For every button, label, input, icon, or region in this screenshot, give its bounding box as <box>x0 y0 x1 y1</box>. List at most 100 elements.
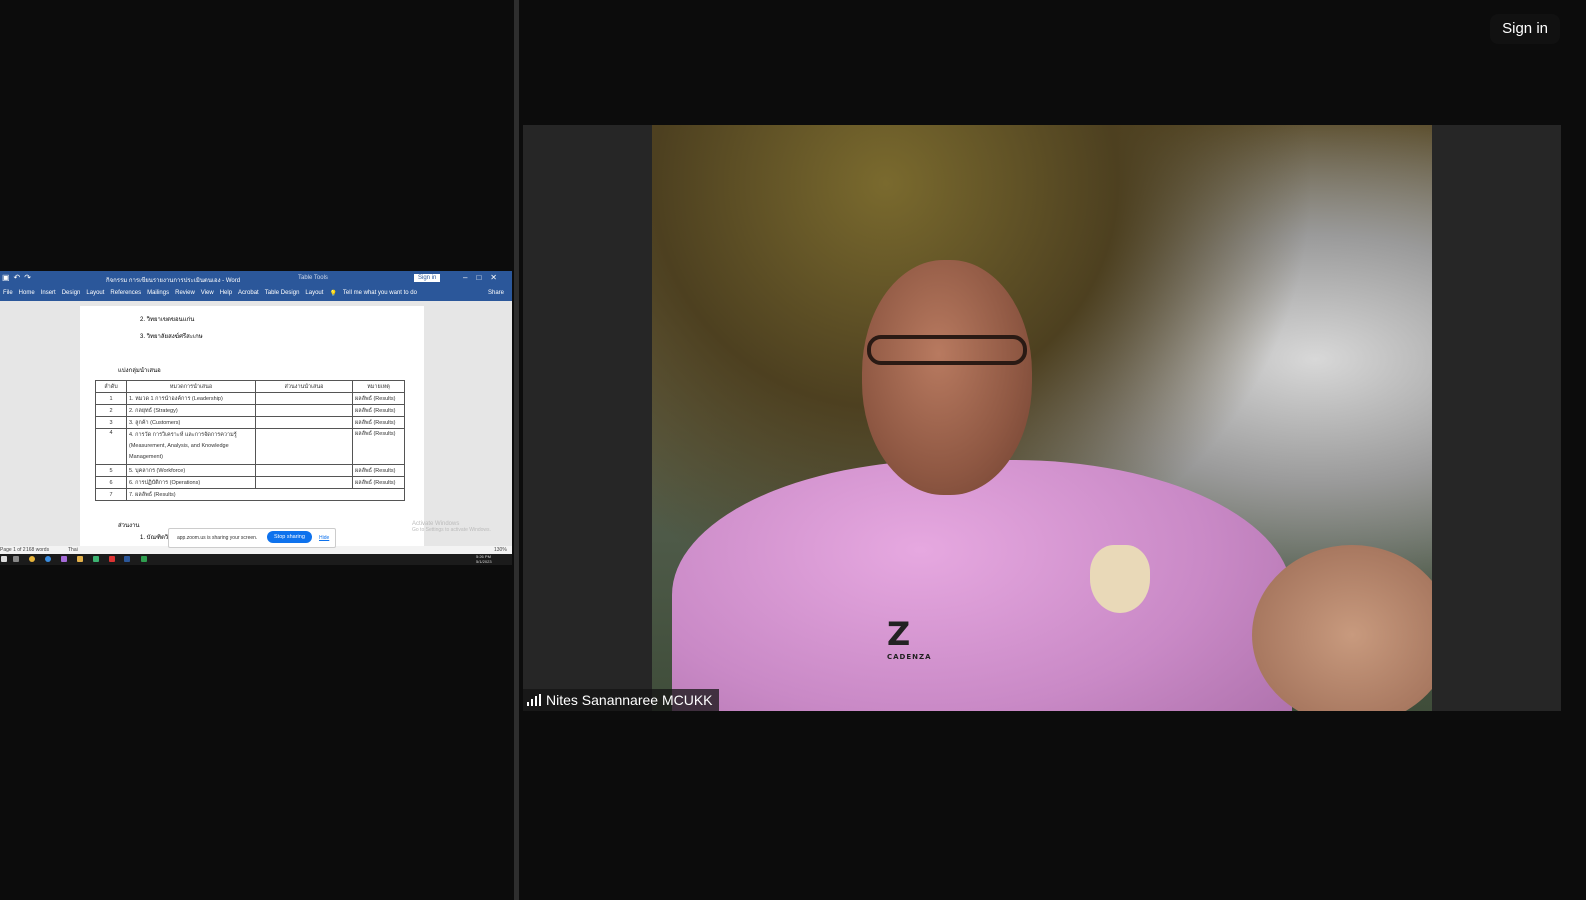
edge-icon[interactable] <box>45 556 51 562</box>
lightbulb-icon: 💡 <box>329 290 337 297</box>
ribbon-tab[interactable]: Acrobat <box>238 290 259 296</box>
table-cell <box>255 404 353 417</box>
table-cell: 4 <box>95 428 127 465</box>
shirt-logo: Z CADENZA <box>887 615 932 661</box>
window-controls[interactable]: –□✕ <box>463 273 506 282</box>
taskbar-date: 5/1/2023 <box>476 559 492 564</box>
word-count[interactable]: 168 words <box>26 547 49 553</box>
acrobat-icon[interactable] <box>109 556 115 562</box>
table-cell <box>255 476 353 489</box>
table-header: ลำดับ <box>95 380 127 393</box>
windows-taskbar: 5:26 PM 5/1/2023 <box>0 554 512 565</box>
participant-glasses <box>867 335 1027 365</box>
table-cell <box>255 464 353 477</box>
document-page[interactable]: 2. วิทยาเขตขอนแก่น 3. วิทยาลัยสงฆ์ศรีสะเ… <box>80 306 424 546</box>
page-count[interactable]: Page 1 of 2 <box>0 547 26 553</box>
ribbon-tab[interactable]: Help <box>220 290 232 296</box>
table-row: 2 2. กลยุทธ์ (Strategy) ผลลัพธ์ (Results… <box>95 404 405 417</box>
table-cell: ผลลัพธ์ (Results) <box>352 464 405 477</box>
app-icon[interactable] <box>61 556 67 562</box>
table-row: 3 3. ลูกค้า (Customers) ผลลัพธ์ (Results… <box>95 416 405 429</box>
table-cell: 2. กลยุทธ์ (Strategy) <box>126 404 256 417</box>
table-cell: ผลลัพธ์ (Results) <box>352 392 405 405</box>
table-header: หมายเหตุ <box>352 380 405 393</box>
ribbon-tab[interactable]: File <box>3 290 13 296</box>
doc-line: 3. วิทยาลัยสงฆ์ศรีสะเกษ <box>140 334 203 340</box>
doc-heading: ส่วนงาน <box>118 523 140 529</box>
hide-link[interactable]: Hide <box>319 535 329 541</box>
table-cell: 6 <box>95 476 127 489</box>
table-cell <box>255 392 353 405</box>
table-cell: ผลลัพธ์ (Results) <box>352 416 405 429</box>
participant-shirt <box>672 460 1292 711</box>
ribbon-tab[interactable]: Layout <box>86 290 104 296</box>
table-cell: ผลลัพธ์ (Results) <box>352 428 405 465</box>
participant-video-tile[interactable]: Z CADENZA Nites Sanannaree MCUKK <box>523 125 1561 711</box>
activate-subtitle: Go to Settings to activate Windows. <box>412 527 491 533</box>
activate-windows-watermark: Activate Windows Go to Settings to activ… <box>412 521 491 533</box>
gallery-divider[interactable] <box>514 0 519 900</box>
word-share-button[interactable]: Share <box>488 290 504 296</box>
shirt-logo-text: CADENZA <box>887 653 932 661</box>
table-cell: ผลลัพธ์ (Results) <box>352 476 405 489</box>
ribbon-tab[interactable]: Mailings <box>147 290 169 296</box>
chrome-icon[interactable] <box>29 556 35 562</box>
signal-strength-icon <box>527 694 541 706</box>
ribbon-tab[interactable]: Insert <box>41 290 56 296</box>
participant-video: Z CADENZA <box>652 125 1432 711</box>
ribbon-tab[interactable]: Table Design <box>265 290 300 296</box>
line-icon[interactable] <box>93 556 99 562</box>
table-cell: 6. การปฏิบัติการ (Operations) <box>126 476 256 489</box>
participant-nameplate: Nites Sanannaree MCUKK <box>523 689 719 711</box>
table-cell: 5. บุคลากร (Workforce) <box>126 464 256 477</box>
table-row: 7 7. ผลลัพธ์ (Results) <box>95 488 405 501</box>
table-cell: 2 <box>95 404 127 417</box>
zoom-sharing-bar: app.zoom.us is sharing your screen. Stop… <box>168 528 336 548</box>
shirt-emblem <box>1090 545 1150 613</box>
quick-access-icons[interactable]: ▣↶↷ <box>2 273 35 282</box>
ribbon-tab[interactable]: Design <box>62 290 81 296</box>
table-header: ส่วนงานนำเสนอ <box>255 380 353 393</box>
sharing-message: app.zoom.us is sharing your screen. <box>177 535 258 541</box>
doc-line: 2. วิทยาเขตขอนแก่น <box>140 317 195 323</box>
table-cell: 3. ลูกค้า (Customers) <box>126 416 256 429</box>
word-window-title: กิจกรรม การเขียนรายงานการประเมินตนเอง - … <box>106 278 241 284</box>
table-cell: 5 <box>95 464 127 477</box>
table-header: หมวดการนำเสนอ <box>126 380 256 393</box>
word-sign-in-button[interactable]: Sign in <box>414 274 441 282</box>
stop-sharing-button[interactable]: Stop sharing <box>267 531 312 543</box>
ribbon-tab[interactable]: Review <box>175 290 195 296</box>
table-cell: 7. ผลลัพธ์ (Results) <box>126 488 405 501</box>
language-indicator[interactable]: Thai <box>68 547 78 553</box>
word-icon[interactable] <box>124 556 130 562</box>
excel-icon[interactable] <box>141 556 147 562</box>
word-titlebar: ▣↶↷ กิจกรรม การเขียนรายงานการประเมินตนเอ… <box>0 271 512 285</box>
document-area: 2. วิทยาเขตขอนแก่น 3. วิทยาลัยสงฆ์ศรีสะเ… <box>0 306 512 546</box>
table-cell <box>255 416 353 429</box>
table-row: 4 4. การวัด การวิเคราะห์ และการจัดการควา… <box>95 428 405 465</box>
word-ribbon-tabs: File Home Insert Design Layout Reference… <box>0 285 512 301</box>
tell-me-box[interactable]: Tell me what you want to do <box>343 290 417 296</box>
ribbon-tab[interactable]: View <box>201 290 214 296</box>
table-header-row: ลำดับ หมวดการนำเสนอ ส่วนงานนำเสนอ หมายเห… <box>95 380 405 393</box>
start-icon[interactable] <box>1 556 7 562</box>
table-cell: 1 <box>95 392 127 405</box>
table-row: 5 5. บุคลากร (Workforce) ผลลัพธ์ (Result… <box>95 464 405 477</box>
ribbon-tab[interactable]: References <box>110 290 141 296</box>
table-cell: 1. หมวด 1 การนำองค์การ (Leadership) <box>126 392 256 405</box>
zoom-level[interactable]: 130% <box>494 547 507 553</box>
table-cell: ผลลัพธ์ (Results) <box>352 404 405 417</box>
table-tools-label: Table Tools <box>298 275 328 281</box>
task-view-icon[interactable] <box>13 556 19 562</box>
doc-table: ลำดับ หมวดการนำเสนอ ส่วนงานนำเสนอ หมายเห… <box>95 380 405 501</box>
table-cell: 3 <box>95 416 127 429</box>
sign-in-button[interactable]: Sign in <box>1490 14 1560 44</box>
table-row: 6 6. การปฏิบัติการ (Operations) ผลลัพธ์ … <box>95 476 405 489</box>
doc-heading: แบ่งกลุ่มนำเสนอ <box>118 368 161 374</box>
table-cell <box>255 428 353 465</box>
participant-name: Nites Sanannaree MCUKK <box>546 692 713 708</box>
ribbon-tab[interactable]: Layout <box>305 290 323 296</box>
ribbon-tab[interactable]: Home <box>19 290 35 296</box>
folder-icon[interactable] <box>77 556 83 562</box>
table-cell: 4. การวัด การวิเคราะห์ และการจัดการความร… <box>126 428 256 465</box>
